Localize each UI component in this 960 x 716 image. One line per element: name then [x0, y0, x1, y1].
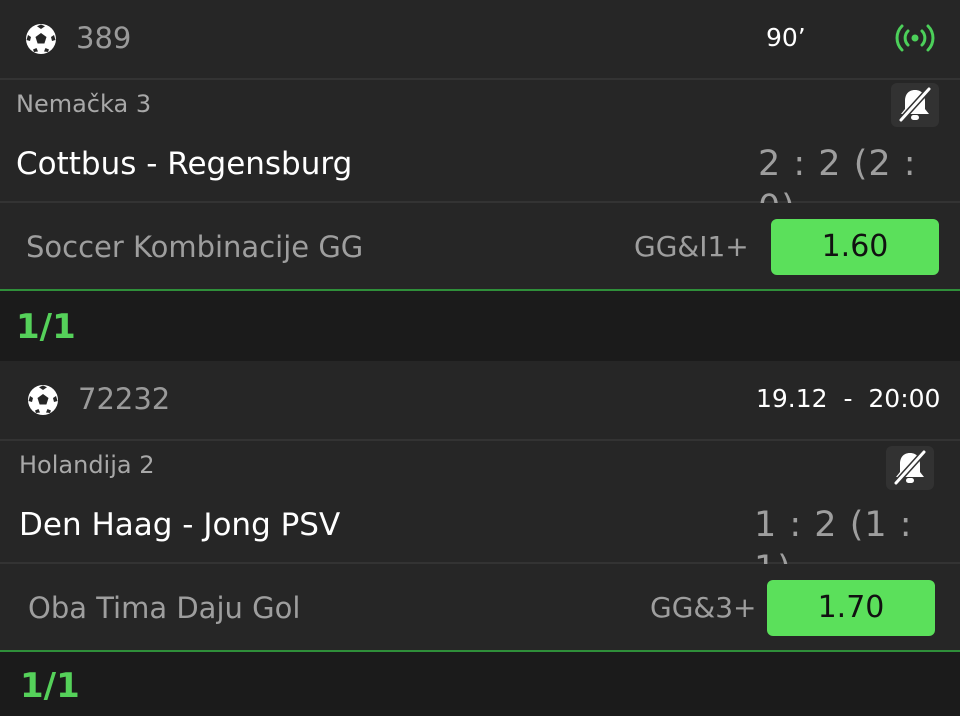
bet-fraction: 1/1: [20, 666, 80, 706]
bell-off-icon: [898, 86, 932, 123]
match-info: Holandija 2 Den Haag - Jong PSV 1 : 2 (1…: [0, 441, 960, 589]
bet-pick: GG&3+: [650, 591, 757, 624]
match-code: 72232: [78, 382, 171, 416]
notification-off-button[interactable]: [891, 83, 939, 127]
match-teams: Den Haag - Jong PSV: [19, 507, 341, 543]
soccer-ball-icon: [26, 24, 56, 54]
league-name: Holandija 2: [19, 451, 155, 479]
match-time: 90’: [766, 23, 806, 52]
match-time: 19.12 - 20:00: [756, 384, 941, 413]
odd-button[interactable]: 1.70: [767, 580, 935, 636]
live-broadcast-icon: [895, 24, 935, 52]
match-info: Nemačka 3 Cottbus - Regensburg 2 : 2 (2 …: [0, 80, 960, 228]
bell-off-icon: [893, 449, 927, 486]
notification-off-button[interactable]: [886, 446, 934, 490]
soccer-ball-icon: [28, 385, 58, 415]
bet-market: Oba Tima Daju Gol: [28, 591, 301, 625]
bet-row: Soccer Kombinacije GG GG&I1+ 1.60: [0, 203, 960, 291]
bet-row: Oba Tima Daju Gol GG&3+ 1.70: [0, 564, 960, 652]
bet-fraction: 1/1: [16, 307, 76, 347]
bet-pick: GG&I1+: [634, 230, 749, 263]
league-name: Nemačka 3: [16, 90, 152, 118]
match-header: 72232 19.12 - 20:00: [0, 361, 960, 441]
odd-button[interactable]: 1.60: [771, 219, 939, 275]
match-card: 389 90’ Nemačka 3 Cottbus - Regensburg 2…: [0, 0, 960, 347]
bet-market: Soccer Kombinacije GG: [26, 230, 364, 264]
match-code: 389: [76, 21, 132, 55]
match-header: 389 90’: [0, 0, 960, 80]
match-teams: Cottbus - Regensburg: [16, 146, 353, 182]
match-card: 72232 19.12 - 20:00 Holandija 2 Den Haag…: [0, 361, 960, 706]
